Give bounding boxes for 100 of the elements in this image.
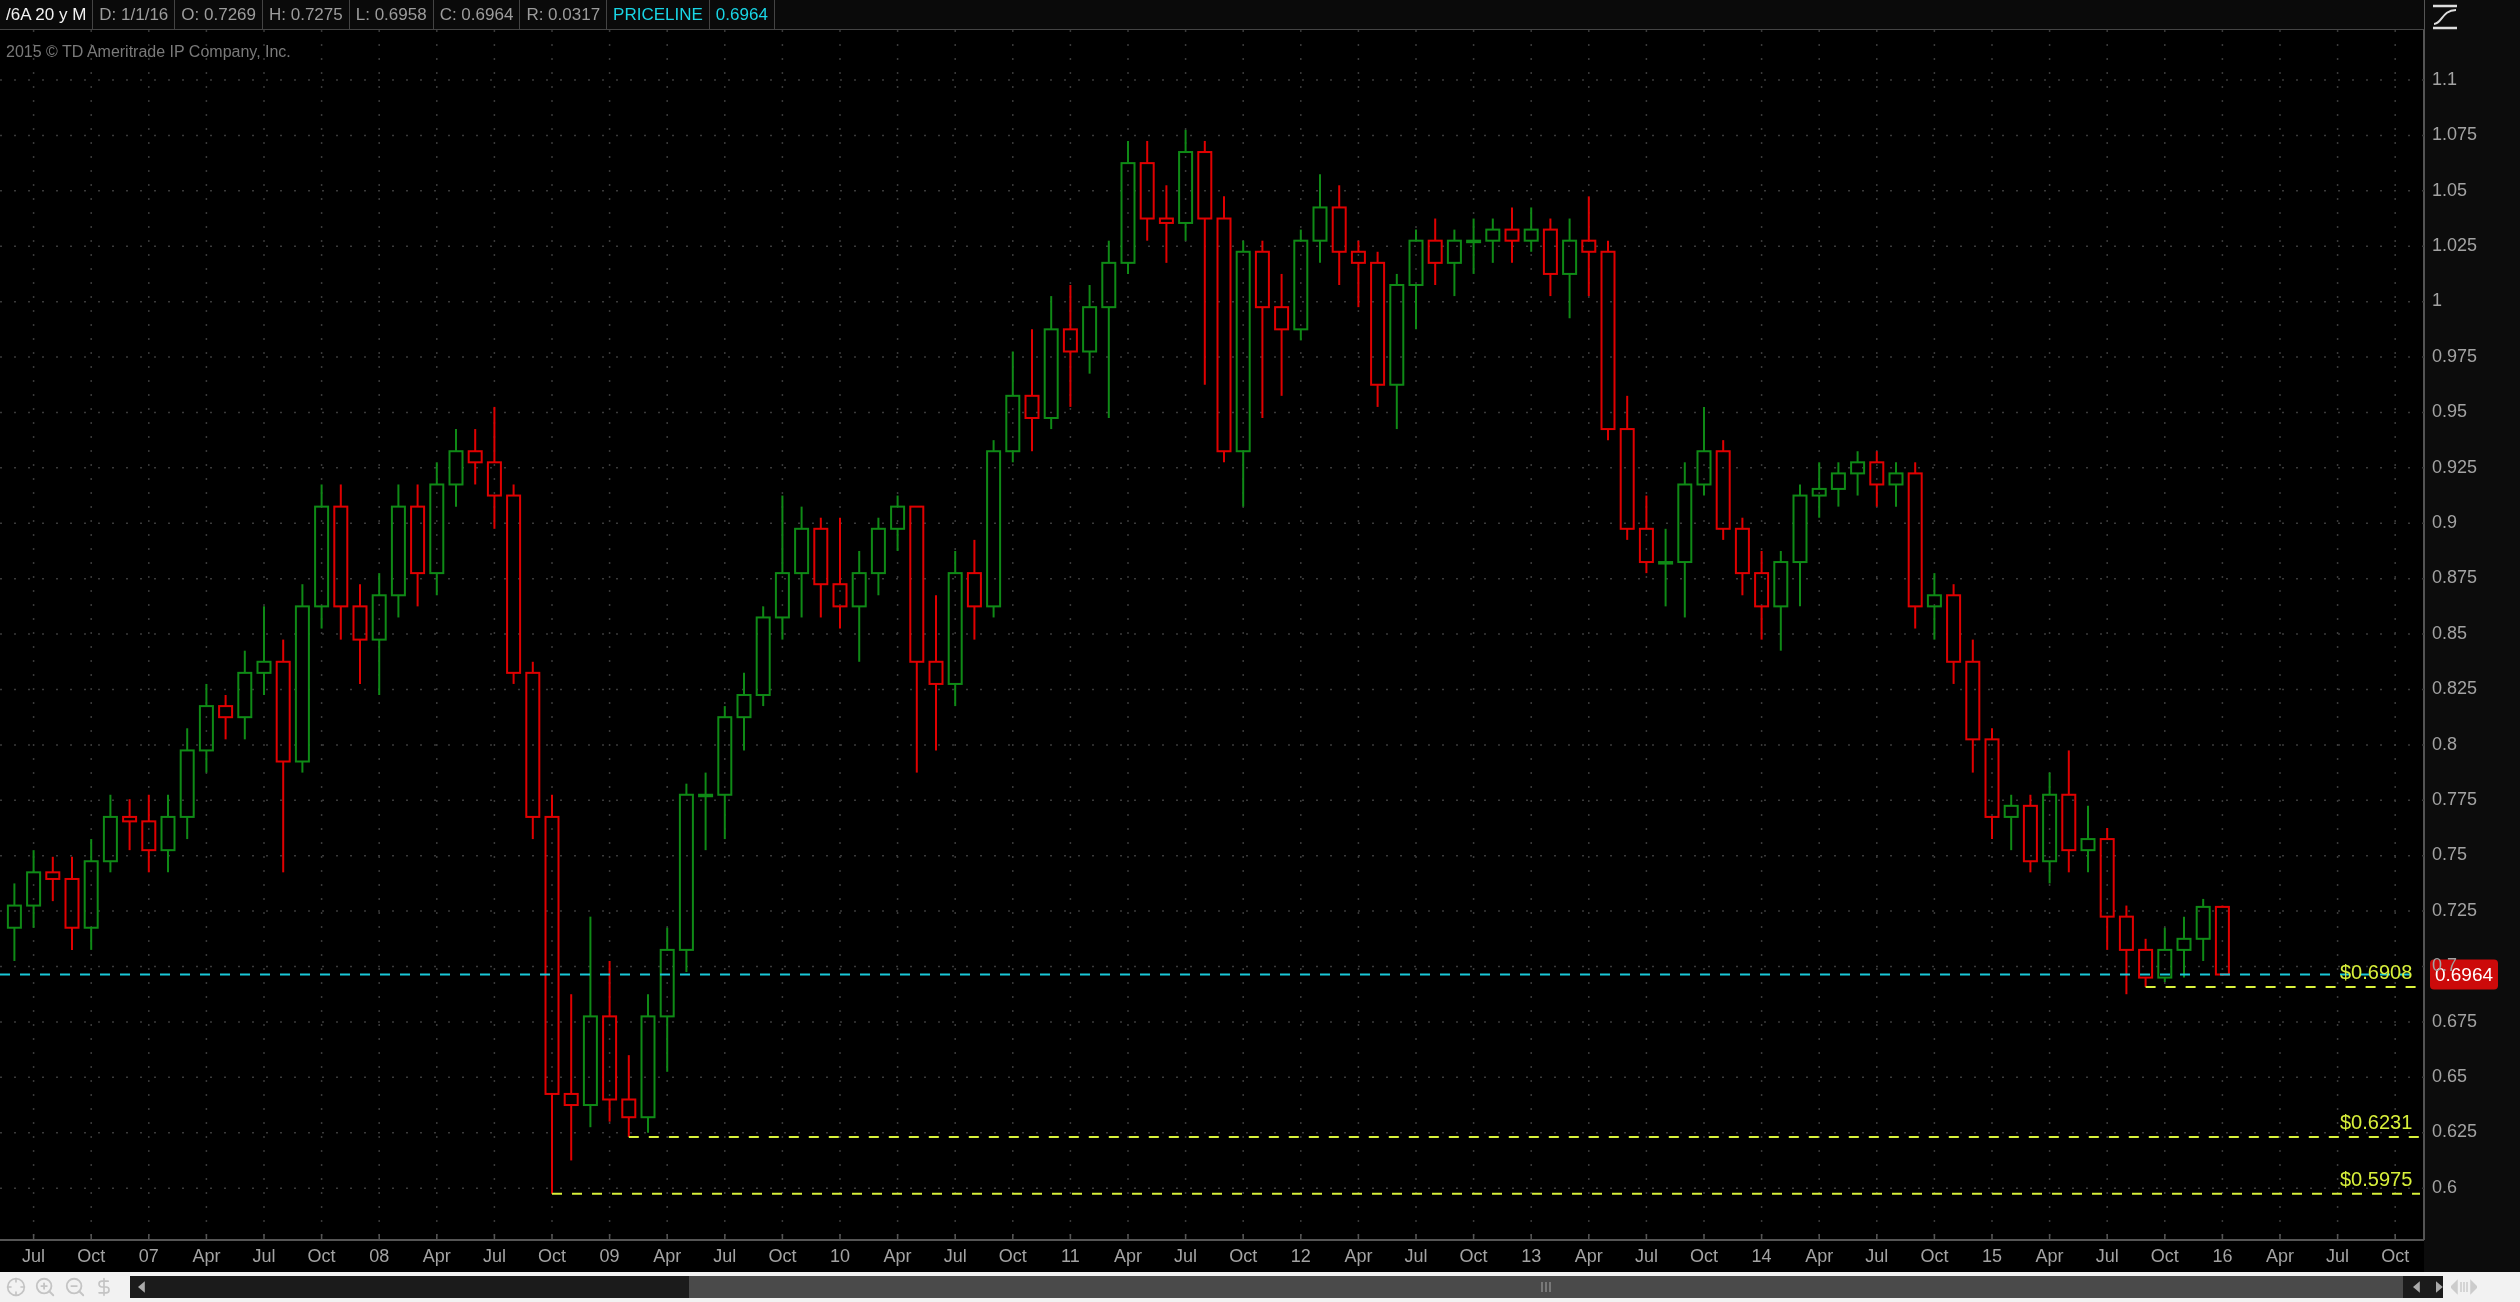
scroll-left-icon[interactable] (2413, 1281, 2422, 1293)
axis-label: Jul (2095, 1245, 2119, 1266)
header-field: /6A 20 y M (0, 0, 94, 29)
candlestick (1869, 450, 1885, 508)
axis-label: 0.775 (2432, 789, 2478, 810)
candlestick (1850, 450, 1866, 497)
candlestick (1427, 217, 1443, 286)
axis-label: 1.025 (2432, 235, 2478, 255)
axis-label: 08 (369, 1245, 390, 1266)
candlestick (2195, 897, 2211, 962)
axis-label: 0.8 (2432, 733, 2458, 754)
axis-label: Oct (1690, 1245, 1718, 1266)
axis-label: 14 (1751, 1245, 1772, 1266)
axis-label: Apr (1574, 1245, 1603, 1266)
axis-label: 16 (2212, 1245, 2233, 1266)
axis-label: 1 (2432, 290, 2442, 311)
candlestick (2003, 793, 2019, 852)
axis-label: Jul (1404, 1245, 1428, 1266)
candlestick (2080, 804, 2096, 874)
axis-label: Oct (1459, 1245, 1488, 1266)
scroll-left-icon[interactable] (138, 1281, 146, 1293)
axis-label: Apr (192, 1245, 221, 1266)
level-label: $0.6231 (2340, 1110, 2413, 1133)
axis-label: 13 (1521, 1245, 1542, 1266)
axis-label: 0.6 (2432, 1176, 2458, 1197)
header-field: L: 0.6958 (349, 0, 434, 29)
zoom-out-icon[interactable] (64, 1276, 86, 1298)
axis-label: Jul (22, 1245, 46, 1266)
candlestick (45, 855, 61, 903)
candlestick (1811, 461, 1827, 519)
axis-label: Jul (1174, 1245, 1198, 1266)
axis-label: 0.925 (2432, 456, 2478, 477)
axis-label: 0.725 (2432, 899, 2478, 920)
curve-icon[interactable] (2432, 4, 2458, 30)
axis-label: Oct (768, 1245, 797, 1266)
axis-label: Oct (998, 1245, 1027, 1266)
axis-label: 0.9 (2432, 512, 2458, 532)
scroll-right-icon[interactable] (2435, 1281, 2443, 1293)
grip-icon (1541, 1282, 1552, 1292)
axis-label: 07 (138, 1245, 159, 1266)
axis-label: 0.675 (2432, 1010, 2478, 1031)
header-field: C: 0.6964 (433, 0, 521, 29)
axis-label: 0.65 (2432, 1066, 2468, 1087)
candlestick (1485, 217, 1501, 264)
axis-label: Oct (2150, 1245, 2179, 1266)
candlestick (1446, 228, 1462, 298)
axis-label: 0.825 (2432, 678, 2478, 699)
candlestick (2138, 937, 2154, 988)
axis-label: Apr (1805, 1245, 1834, 1266)
axis-label: Jul (1865, 1245, 1889, 1266)
header-field: H: 0.7275 (263, 0, 350, 29)
axis-label: 1.075 (2432, 124, 2478, 145)
axis-label: Apr (883, 1245, 912, 1266)
axis-label: 0.75 (2432, 844, 2468, 865)
axis-label: Oct (2381, 1245, 2410, 1266)
axis-label: Apr (653, 1245, 682, 1266)
candlestick (1888, 461, 1904, 508)
header-field: R: 0.0317 (520, 0, 608, 29)
header-field: O: 0.7269 (175, 0, 263, 29)
candlestick (1350, 239, 1366, 309)
header-field: 0.6964 (709, 0, 775, 29)
axis-label: Jul (1634, 1245, 1658, 1266)
candlestick (122, 798, 138, 852)
candlestick (1830, 461, 1846, 508)
axis-label: Oct (77, 1245, 106, 1266)
scrollbar-track[interactable] (130, 1276, 2443, 1298)
candlestick (218, 694, 234, 741)
axis-label: 11 (1061, 1245, 1080, 1266)
candlestick (890, 494, 906, 552)
crosshair-icon[interactable] (6, 1277, 26, 1297)
axis-label: 09 (599, 1245, 620, 1266)
header-field: PRICELINE (607, 0, 710, 29)
axis-label: 0.85 (2432, 622, 2468, 643)
axis-label: 1.1 (2432, 68, 2458, 89)
axis-label: Oct (1229, 1245, 1258, 1266)
axis-label: Apr (1344, 1245, 1373, 1266)
candlestick (1523, 206, 1539, 253)
zoom-in-icon[interactable] (34, 1276, 56, 1298)
axis-label: 0.625 (2432, 1121, 2478, 1142)
pan-handle-icon[interactable] (2451, 1279, 2477, 1295)
axis-label: Oct (307, 1245, 336, 1266)
candlestick (2157, 926, 2173, 984)
candlestick (467, 428, 483, 486)
copyright-text: 2015 © TD Ameritrade IP Company, Inc. (6, 42, 291, 62)
axis-label: Jul (482, 1245, 506, 1266)
axis-label: 1.05 (2432, 179, 2468, 200)
axis-label: 12 (1290, 1245, 1311, 1266)
axis-label: Jul (943, 1245, 967, 1266)
header-field: D: 1/1/16 (93, 0, 176, 29)
axis-label: Jul (252, 1245, 276, 1266)
axis-label: 15 (1982, 1245, 2002, 1266)
axis-label: Oct (1920, 1245, 1949, 1266)
scrollbar-thumb[interactable] (688, 1276, 2404, 1298)
axis-label: 0.95 (2432, 401, 2468, 422)
candlestick (1926, 572, 1942, 641)
candlestick (1466, 217, 1482, 275)
axis-label: 10 (830, 1245, 850, 1266)
axis-label: Jul (2326, 1245, 2350, 1266)
candlestick (1504, 206, 1520, 264)
axis-label: Apr (2266, 1245, 2294, 1266)
